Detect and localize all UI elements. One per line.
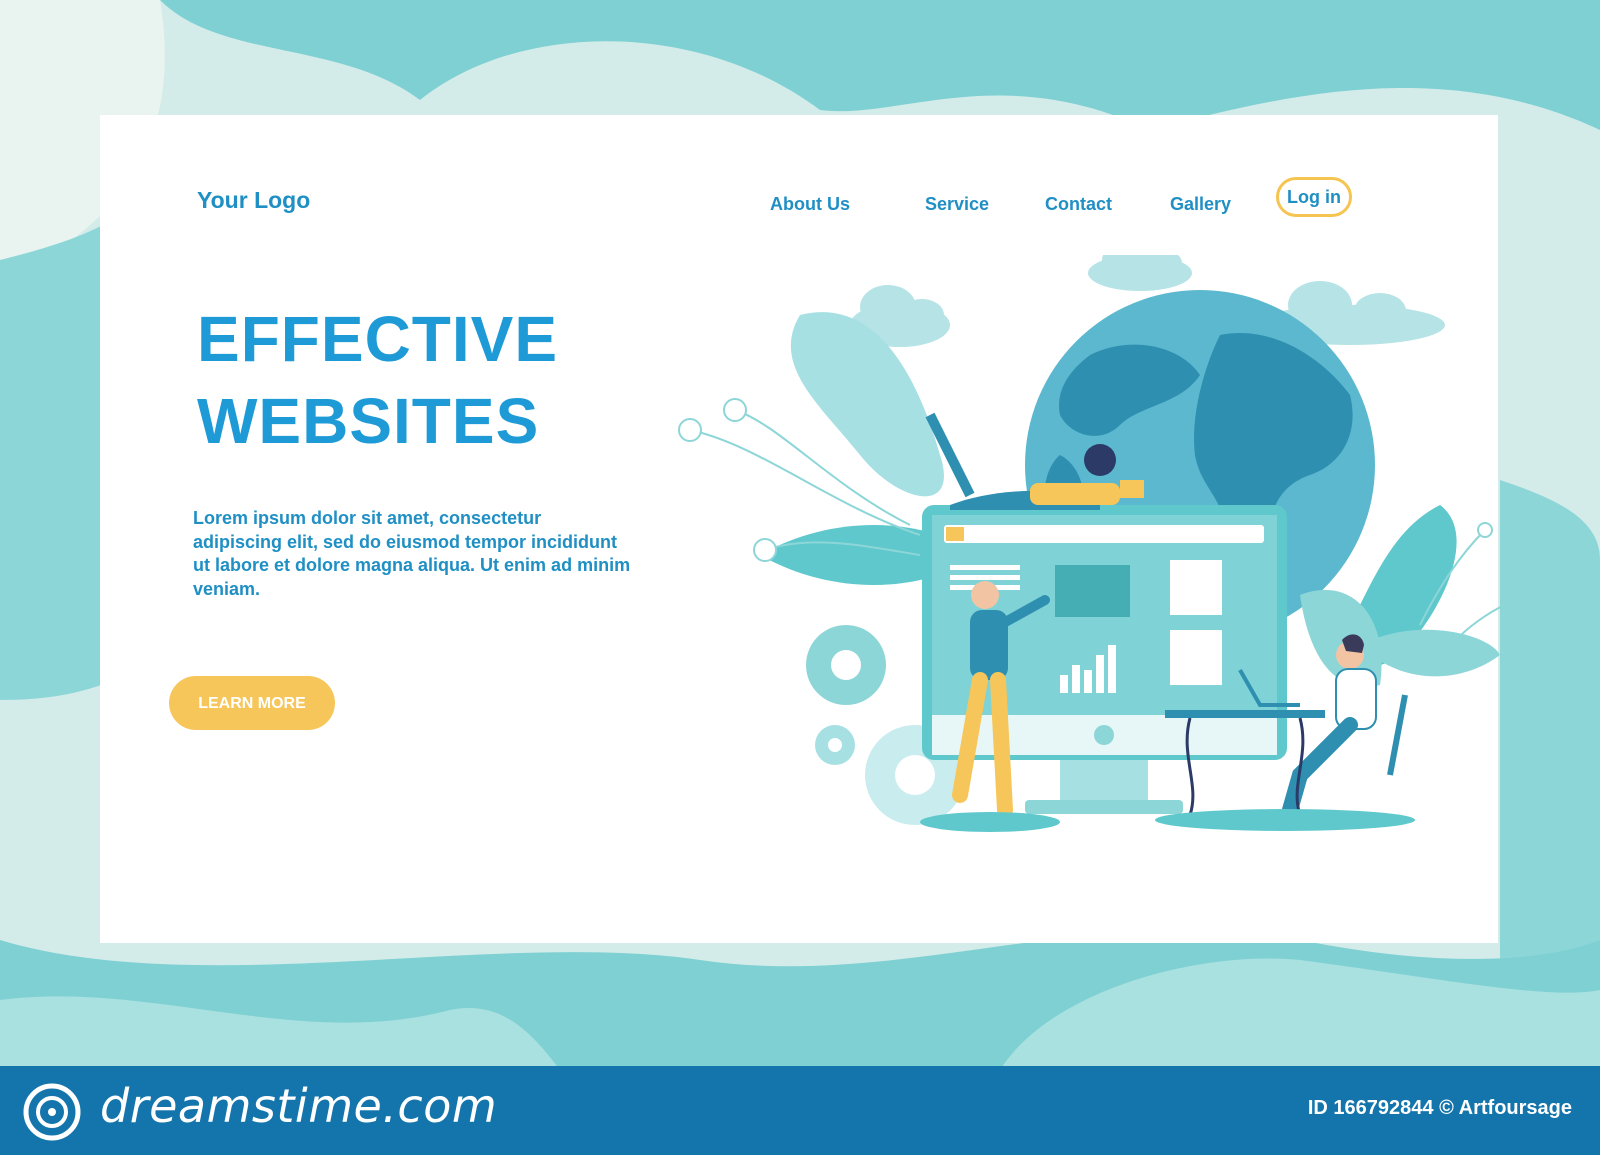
footer-brand[interactable]: dreamstime.com [100,1079,497,1133]
hero-title-line1: EFFECTIVE [197,303,559,375]
nav-contact[interactable]: Contact [1045,183,1112,225]
image-icon [1170,560,1222,615]
nav-gallery[interactable]: Gallery [1170,183,1231,225]
hero-description: Lorem ipsum dolor sit amet, consectetur … [193,508,631,599]
cloud-icon [1088,255,1192,291]
dreamstime-logo-icon [23,1083,81,1141]
landing-card: Your Logo About Us Service Contact Galle… [100,115,1500,943]
nav-service[interactable]: Service [925,183,989,225]
image-id-credit: ID 166792844 © Artfoursage [1307,1097,1572,1119]
hero-illustration [678,255,1500,832]
hero-title: EFFECTIVE WEBSITES [197,298,657,462]
footer-bar: dreamstime.com ID 166792844 © Artfoursag… [0,1066,1600,1155]
login-button[interactable]: Log in [1276,177,1352,217]
image-icon [1170,630,1222,685]
site-logo[interactable]: Your Logo [197,187,310,214]
nav-about-us[interactable]: About Us [770,183,850,225]
learn-more-button[interactable]: LEARN MORE [169,676,335,730]
hero-title-line2: WEBSITES [197,385,540,457]
